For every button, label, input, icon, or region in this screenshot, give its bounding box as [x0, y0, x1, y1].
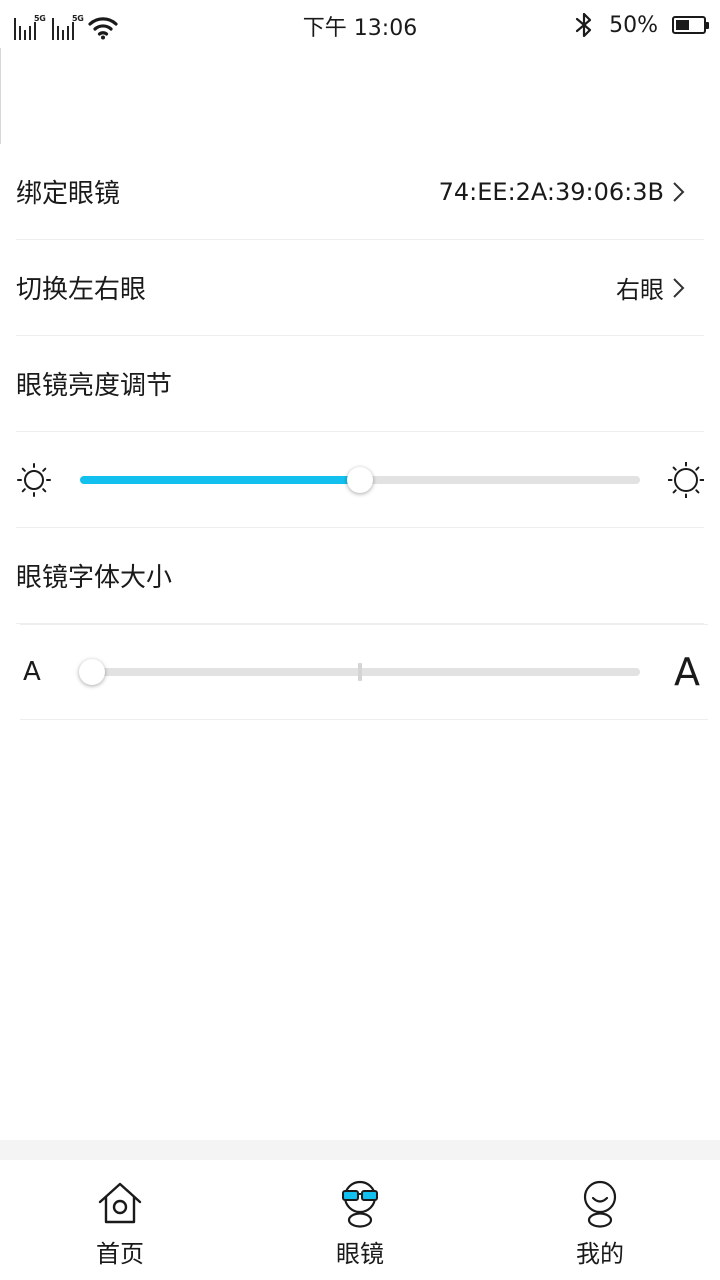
current-eye-value: 右眼	[616, 276, 664, 304]
brightness-label: 眼镜亮度调节	[16, 371, 173, 401]
sun-small-icon	[17, 462, 51, 497]
bottom-nav: 首页 眼镜 我的	[0, 1160, 720, 1280]
font-size-slider-thumb[interactable]	[79, 659, 105, 685]
switch-eye-row[interactable]: 切换左右眼 右眼	[16, 240, 704, 336]
nav-label-profile: 我的	[576, 1240, 624, 1268]
font-size-slider[interactable]	[79, 659, 640, 685]
battery-percent: 50%	[609, 12, 658, 38]
nav-label-home: 首页	[96, 1240, 144, 1268]
font-small-glyph: A	[23, 657, 41, 687]
brightness-slider-fill	[80, 475, 360, 484]
brightness-slider[interactable]	[80, 466, 640, 493]
bind-glasses-row[interactable]: 绑定眼镜 74:EE:2A:39:06:3B	[16, 144, 704, 240]
home-icon	[98, 1182, 142, 1224]
brightness-slider-row	[16, 432, 704, 528]
bluetooth-icon	[575, 12, 592, 38]
nav-item-home[interactable]: 首页	[0, 1160, 240, 1280]
sun-large-icon	[668, 461, 704, 498]
nav-item-profile[interactable]: 我的	[480, 1160, 720, 1280]
font-size-header-row: 眼镜字体大小	[16, 528, 704, 624]
bound-device-address: 74:EE:2A:39:06:3B	[438, 177, 664, 206]
glasses-avatar-icon	[342, 1180, 378, 1228]
brightness-header-row: 眼镜亮度调节	[16, 336, 704, 432]
font-size-label: 眼镜字体大小	[16, 563, 173, 593]
brightness-slider-thumb[interactable]	[347, 466, 373, 493]
status-right-group: 50%	[573, 8, 709, 42]
font-size-step-tick	[358, 663, 362, 681]
bind-glasses-label: 绑定眼镜	[16, 179, 121, 209]
nav-divider	[0, 1140, 720, 1160]
switch-eye-label: 切换左右眼	[16, 275, 147, 305]
chevron-right-icon	[673, 277, 685, 298]
chevron-right-icon	[673, 181, 685, 202]
font-large-glyph: A	[674, 650, 700, 694]
divider	[0, 48, 1, 144]
nav-item-glasses[interactable]: 眼镜	[240, 1160, 480, 1280]
profile-icon	[583, 1180, 617, 1228]
status-bar: 5G 5G 下午 13:06 50%	[0, 0, 720, 48]
battery-icon	[672, 16, 709, 34]
nav-label-glasses: 眼镜	[336, 1240, 384, 1268]
font-size-slider-row: A A	[20, 624, 708, 720]
